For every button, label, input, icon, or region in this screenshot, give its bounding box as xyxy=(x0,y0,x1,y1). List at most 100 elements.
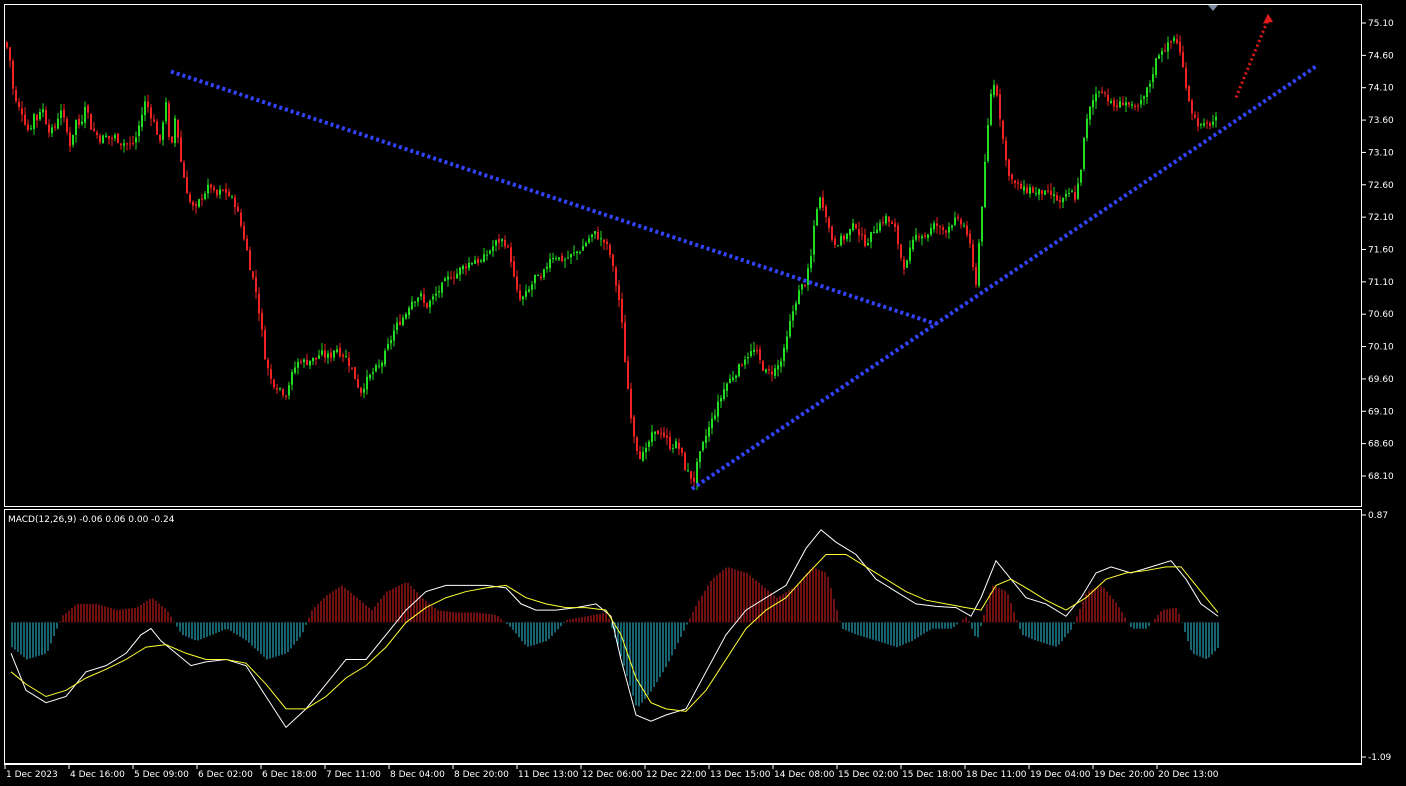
candle-body xyxy=(378,365,380,367)
time-tick-label: 6 Dec 02:00 xyxy=(198,770,253,780)
candle-body xyxy=(924,235,926,237)
candle-body xyxy=(744,359,746,365)
candle-body xyxy=(702,442,704,451)
candle-body xyxy=(783,347,785,361)
candle-body xyxy=(939,226,941,228)
candle-body xyxy=(684,452,686,471)
candle-body xyxy=(393,330,395,341)
candle-body xyxy=(252,271,254,278)
candle-body xyxy=(162,122,164,140)
candle-body xyxy=(993,84,995,96)
price-tick-label: 72.60 xyxy=(1368,181,1394,191)
candle-body xyxy=(327,353,329,358)
candle-body xyxy=(708,427,710,437)
candle-body xyxy=(729,378,731,383)
time-tick-label: 14 Dec 08:00 xyxy=(774,770,835,780)
candle-body xyxy=(699,451,701,463)
candle-body xyxy=(222,189,224,191)
candle-body xyxy=(444,278,446,282)
candle-body xyxy=(207,184,209,194)
candle-body xyxy=(1167,42,1169,52)
candle-body xyxy=(837,245,839,247)
candle-body xyxy=(438,291,440,293)
time-tick-label: 20 Dec 13:00 xyxy=(1158,770,1219,780)
candle-body xyxy=(786,336,788,350)
candle-body xyxy=(633,416,635,437)
candle-body xyxy=(408,307,410,316)
candle-body xyxy=(1014,180,1016,184)
time-tick-label: 5 Dec 09:00 xyxy=(134,770,189,780)
candle-body xyxy=(726,383,728,391)
candle-body xyxy=(540,276,542,279)
candle-body xyxy=(534,274,536,284)
candle-body xyxy=(972,244,974,267)
candle-body xyxy=(213,187,215,191)
candle-body xyxy=(111,137,113,139)
price-tick-label: 71.10 xyxy=(1368,278,1394,288)
candle-body xyxy=(234,197,236,208)
candle-body xyxy=(81,121,83,124)
candle-body xyxy=(648,441,650,447)
candle-body xyxy=(522,296,524,300)
candle-body xyxy=(1146,87,1148,98)
candle-body xyxy=(1176,39,1178,44)
candle-body xyxy=(501,239,503,242)
candle-body xyxy=(843,236,845,240)
candle-body xyxy=(711,418,713,429)
candle-body xyxy=(789,320,791,337)
candle-body xyxy=(888,216,890,222)
candle-body xyxy=(717,401,719,417)
candle-body xyxy=(132,142,134,144)
candle-body xyxy=(192,201,194,206)
candle-body xyxy=(423,294,425,303)
candle-body xyxy=(1107,94,1109,102)
candle-body xyxy=(1041,190,1043,195)
candle-body xyxy=(336,349,338,353)
candle-body xyxy=(495,240,497,246)
candle-body xyxy=(963,225,965,227)
candle-body xyxy=(543,269,545,278)
candle-body xyxy=(570,254,572,258)
candle-body xyxy=(297,361,299,368)
candle-body xyxy=(1173,37,1175,41)
candle-body xyxy=(957,217,959,219)
candle-body xyxy=(1197,118,1199,127)
candle-body xyxy=(996,85,998,96)
candle-body xyxy=(891,221,893,224)
candle-body xyxy=(990,93,992,125)
candle-body xyxy=(45,110,47,125)
candle-body xyxy=(1191,100,1193,114)
candle-body xyxy=(36,114,38,121)
candle-body xyxy=(309,360,311,366)
candle-body xyxy=(1194,114,1196,118)
candle-body xyxy=(513,261,515,277)
candle-body xyxy=(384,350,386,365)
candle-body xyxy=(198,199,200,207)
candle-body xyxy=(279,388,281,390)
candle-body xyxy=(984,161,986,208)
candle-body xyxy=(87,105,89,113)
candle-body xyxy=(906,260,908,268)
candle-body xyxy=(1044,190,1046,195)
price-tick-label: 73.60 xyxy=(1368,116,1394,126)
candle-body xyxy=(615,267,617,286)
candle-body xyxy=(1074,192,1076,200)
candle-body xyxy=(1119,101,1121,108)
candle-body xyxy=(999,94,1001,120)
candle-body xyxy=(375,365,377,372)
candle-body xyxy=(1206,122,1208,124)
candle-body xyxy=(600,238,602,240)
candle-body xyxy=(195,204,197,207)
candle-body xyxy=(489,250,491,254)
candle-body xyxy=(909,247,911,261)
candle-body xyxy=(231,196,233,198)
candle-body xyxy=(450,277,452,279)
candle-body xyxy=(588,238,590,243)
candle-body xyxy=(15,90,17,102)
price-chart[interactable]: 75.10 74.60 74.10 73.60 73.10 72.60 72.10 71.60… xyxy=(0,0,1406,786)
candle-body xyxy=(1185,67,1187,88)
candle-body xyxy=(519,290,521,300)
candle-body xyxy=(453,277,455,279)
time-tick-label: 13 Dec 15:00 xyxy=(710,770,771,780)
candle-body xyxy=(1155,58,1157,75)
